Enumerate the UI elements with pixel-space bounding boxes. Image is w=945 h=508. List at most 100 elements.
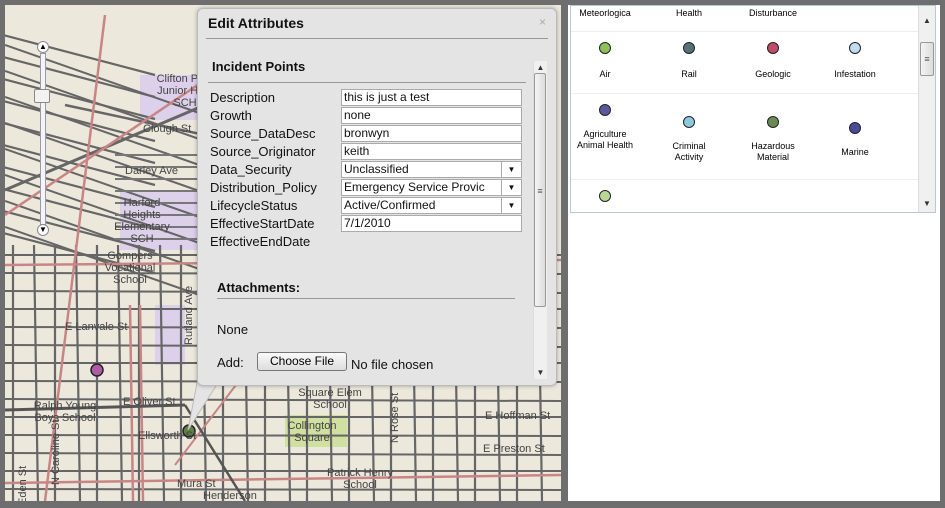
- road: [5, 488, 561, 491]
- close-icon[interactable]: ×: [539, 15, 546, 29]
- right-panel: Meteorlogica Health Disturbance Air Rail Geol…: [568, 5, 940, 501]
- field-value: Emergency Service Provic: [344, 180, 485, 194]
- scroll-up-icon[interactable]: ▲: [534, 63, 547, 72]
- legend-item[interactable]: Rail: [658, 42, 720, 80]
- zoom-handle[interactable]: [34, 89, 50, 103]
- map-label: Clough St: [143, 123, 192, 135]
- chevron-down-icon[interactable]: ▼: [501, 198, 521, 213]
- map-label: E Lanvale St: [65, 321, 128, 333]
- chevron-down-icon[interactable]: ▼: [501, 162, 521, 177]
- field-input[interactable]: bronwyn: [341, 125, 522, 142]
- field-input[interactable]: 7/1/2010: [341, 215, 522, 232]
- legend-scrollbar[interactable]: ▲ ≡ ▼: [918, 6, 935, 212]
- field-label: EffectiveEndDate: [210, 234, 311, 249]
- incident-symbol-icon: [683, 116, 695, 128]
- scroll-down-icon[interactable]: ▼: [534, 368, 547, 377]
- incident-symbol-icon: [849, 42, 861, 54]
- popup-title: Edit Attributes: [208, 15, 304, 31]
- road: [32, 244, 40, 501]
- legend-item[interactable]: Disturbance: [742, 8, 804, 19]
- legend-item[interactable]: Air: [574, 42, 636, 80]
- map-label: Darley Ave: [125, 165, 178, 177]
- field-label: EffectiveStartDate: [210, 216, 315, 231]
- legend-label: Criminal Activity: [672, 141, 706, 162]
- layer-name: Incident Points: [212, 59, 306, 74]
- scroll-up-icon[interactable]: ▲: [919, 16, 935, 25]
- legend-item[interactable]: Hazardous Material: [742, 116, 804, 163]
- legend-item[interactable]: Health: [658, 8, 720, 19]
- add-label: Add:: [217, 355, 244, 370]
- field-input[interactable]: none: [341, 107, 522, 124]
- legend-label: Air: [599, 69, 611, 79]
- incident-symbol-icon: [683, 42, 695, 54]
- map-label: Gompers Vocational School: [104, 250, 156, 286]
- map-label: Collington Square: [287, 420, 337, 444]
- map-label: Ralph Young Boys School: [33, 400, 97, 424]
- zoom-out-button[interactable]: ▼: [37, 224, 49, 236]
- incident-marker[interactable]: [90, 363, 104, 377]
- legend-item[interactable]: Agriculture Animal Health: [574, 104, 636, 151]
- map-label: Harford Heights Elementary SCH: [114, 197, 170, 245]
- field-label: Source_Originator: [210, 144, 316, 159]
- incident-symbol-icon: [599, 104, 611, 116]
- popup-scrollbar[interactable]: ▲ ≡ ▼: [533, 61, 547, 379]
- zoom-track[interactable]: [40, 53, 46, 225]
- field-input[interactable]: keith: [341, 143, 522, 160]
- field-label: Growth: [210, 108, 252, 123]
- scroll-thumb[interactable]: ≡: [920, 42, 934, 76]
- map-label: E Oliver St: [123, 396, 176, 408]
- incident-symbol-icon: [767, 116, 779, 128]
- map-label: E Preston St: [483, 443, 545, 455]
- scroll-thumb[interactable]: ≡: [534, 73, 546, 307]
- map-label: Square Elem School: [298, 387, 362, 411]
- legend-label: Marine: [841, 147, 869, 157]
- map-label: Rutland Ave: [183, 285, 195, 345]
- field-value: this is just a test: [344, 90, 430, 104]
- road: [74, 244, 82, 501]
- legend-item[interactable]: Infestation: [824, 42, 886, 80]
- incident-symbol-icon: [599, 42, 611, 54]
- field-value: Unclassified: [344, 162, 409, 176]
- legend-label: Geologic: [755, 69, 791, 79]
- map-label: Eden St: [17, 465, 29, 501]
- field-select[interactable]: Emergency Service Provic ▼: [341, 179, 522, 196]
- field-label: Source_DataDesc: [210, 126, 316, 141]
- field-value: bronwyn: [344, 126, 390, 140]
- field-value: none: [344, 108, 371, 122]
- attachments-none: None: [217, 322, 249, 337]
- edit-attributes-popup: Edit Attributes × Incident Points Descri…: [197, 8, 557, 386]
- scroll-down-icon[interactable]: ▼: [919, 199, 935, 208]
- legend-label: Rail: [681, 69, 697, 79]
- choose-file-button[interactable]: Choose File: [257, 352, 347, 371]
- legend-item[interactable]: Meteorlogica: [574, 8, 636, 19]
- attachments-heading: Attachments:: [217, 280, 301, 295]
- map-label: Patrick Henry School: [326, 467, 394, 491]
- legend-item[interactable]: Criminal Activity: [658, 116, 720, 163]
- incident-type-picker: Meteorlogica Health Disturbance Air Rail Geol…: [570, 5, 936, 213]
- field-label: Distribution_Policy: [210, 180, 317, 195]
- map-label: Mura St: [177, 478, 216, 490]
- field-select[interactable]: Unclassified ▼: [341, 161, 522, 178]
- road: [5, 473, 561, 485]
- legend-label: Agriculture Animal Health: [576, 129, 634, 150]
- legend-item[interactable]: Marine: [824, 122, 886, 158]
- map-label: E Hoffman St: [485, 410, 551, 422]
- field-label: Data_Security: [210, 162, 292, 177]
- legend-item[interactable]: [574, 190, 636, 212]
- incident-symbol-icon: [767, 42, 779, 54]
- zoom-in-button[interactable]: ▲: [37, 41, 49, 53]
- incident-symbol-icon: [849, 122, 861, 134]
- popup-pointer: [187, 378, 222, 431]
- map-label: N Rose St: [389, 392, 401, 443]
- map-label: Henderson: [203, 490, 257, 501]
- field-value: Active/Confirmed: [344, 198, 436, 212]
- field-select[interactable]: Active/Confirmed ▼: [341, 197, 522, 214]
- file-status: No file chosen: [351, 357, 434, 372]
- popup-content: Incident Points Description this is just …: [208, 49, 531, 379]
- road: [5, 34, 156, 77]
- field-input[interactable]: this is just a test: [341, 89, 522, 106]
- road: [5, 452, 561, 456]
- zoom-slider[interactable]: ▲ ▼: [34, 41, 51, 236]
- legend-item[interactable]: Geologic: [742, 42, 804, 80]
- chevron-down-icon[interactable]: ▼: [501, 180, 521, 195]
